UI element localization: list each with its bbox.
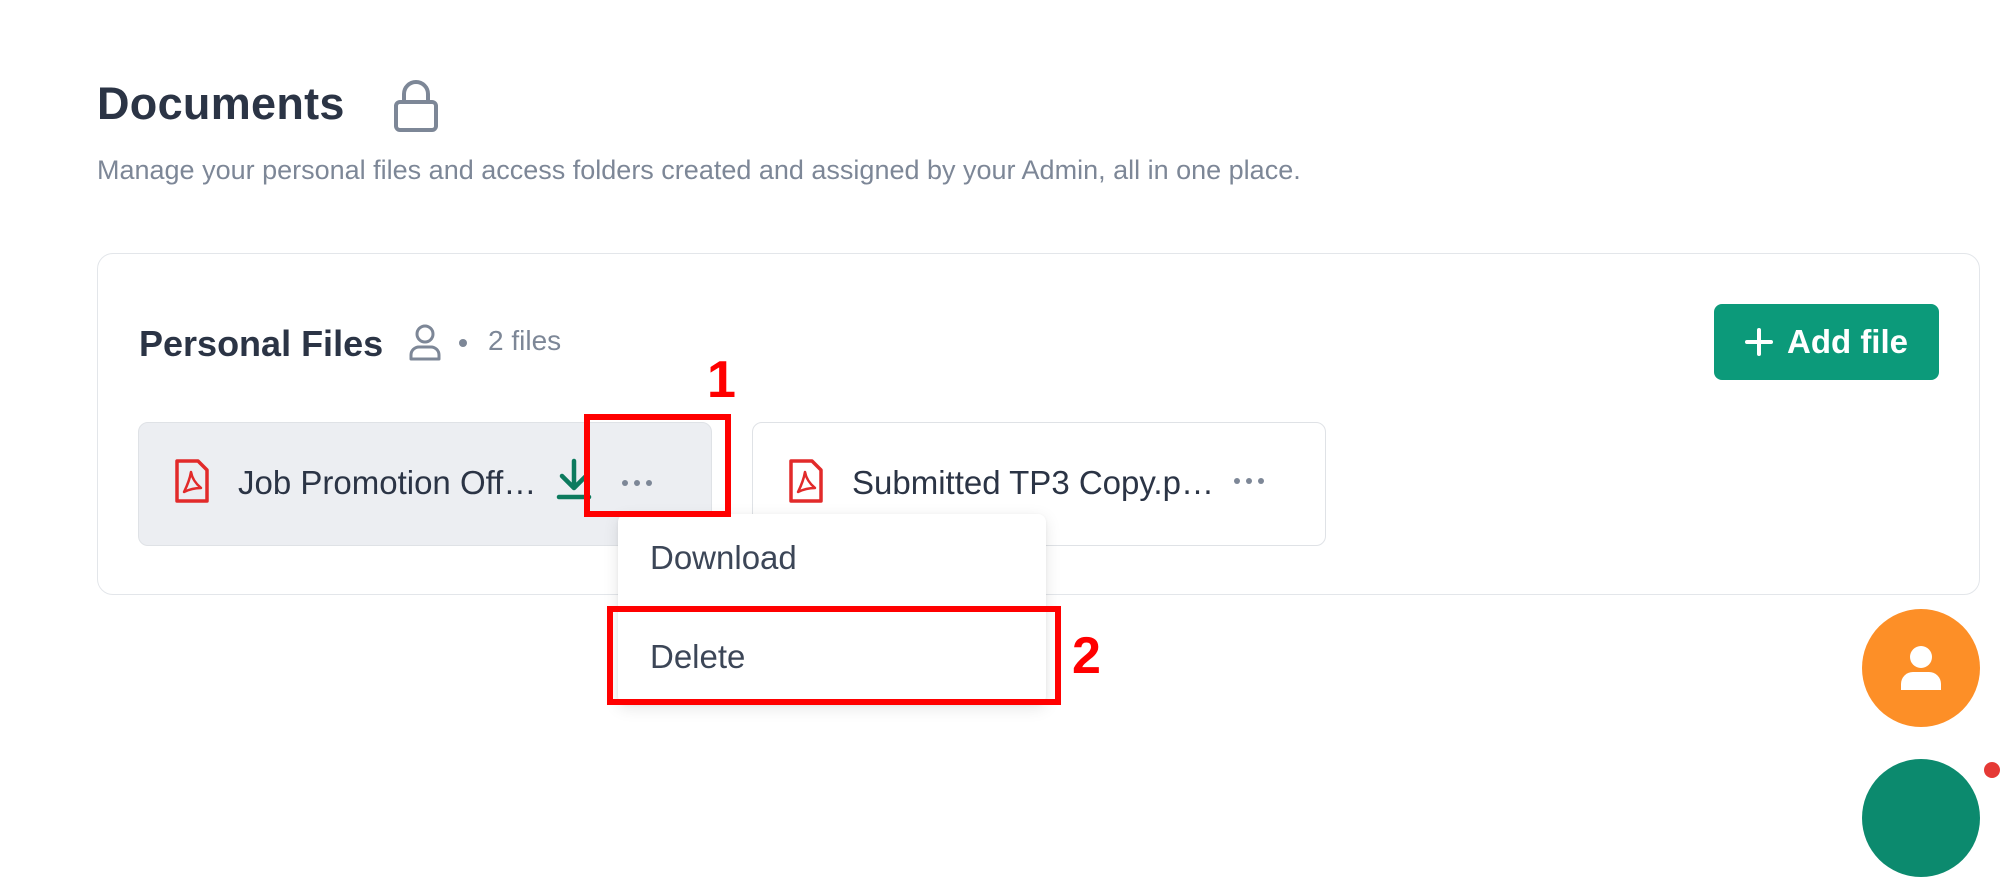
page-subtitle: Manage your personal files and access fo…	[97, 155, 1301, 185]
file-count: 2 files	[488, 325, 562, 356]
more-options-icon[interactable]	[1229, 475, 1269, 487]
section-title: Personal Files	[139, 323, 384, 364]
add-file-button[interactable]: Add file	[1714, 304, 1939, 380]
user-fab-button[interactable]	[1862, 609, 1980, 727]
separator-dot	[459, 339, 467, 347]
page-title: Documents	[97, 78, 345, 129]
annotation-number-1: 1	[707, 351, 736, 409]
menu-item-download[interactable]: Download	[650, 536, 797, 580]
file-name[interactable]: Submitted TP3 Copy.p…	[852, 461, 1214, 505]
lock-icon	[394, 80, 438, 132]
user-icon	[1901, 646, 1941, 690]
pdf-icon	[175, 459, 209, 503]
annotation-number-2: 2	[1072, 627, 1101, 685]
add-file-label: Add file	[1787, 323, 1908, 360]
chat-fab-button[interactable]	[1862, 759, 1980, 877]
plus-icon	[1745, 328, 1773, 356]
notification-badge	[1984, 762, 2000, 778]
pdf-icon	[789, 459, 823, 503]
annotation-box-2	[607, 606, 1061, 705]
file-name[interactable]: Job Promotion Off…	[238, 461, 536, 505]
person-icon	[409, 324, 441, 361]
annotation-box-1	[584, 414, 731, 517]
